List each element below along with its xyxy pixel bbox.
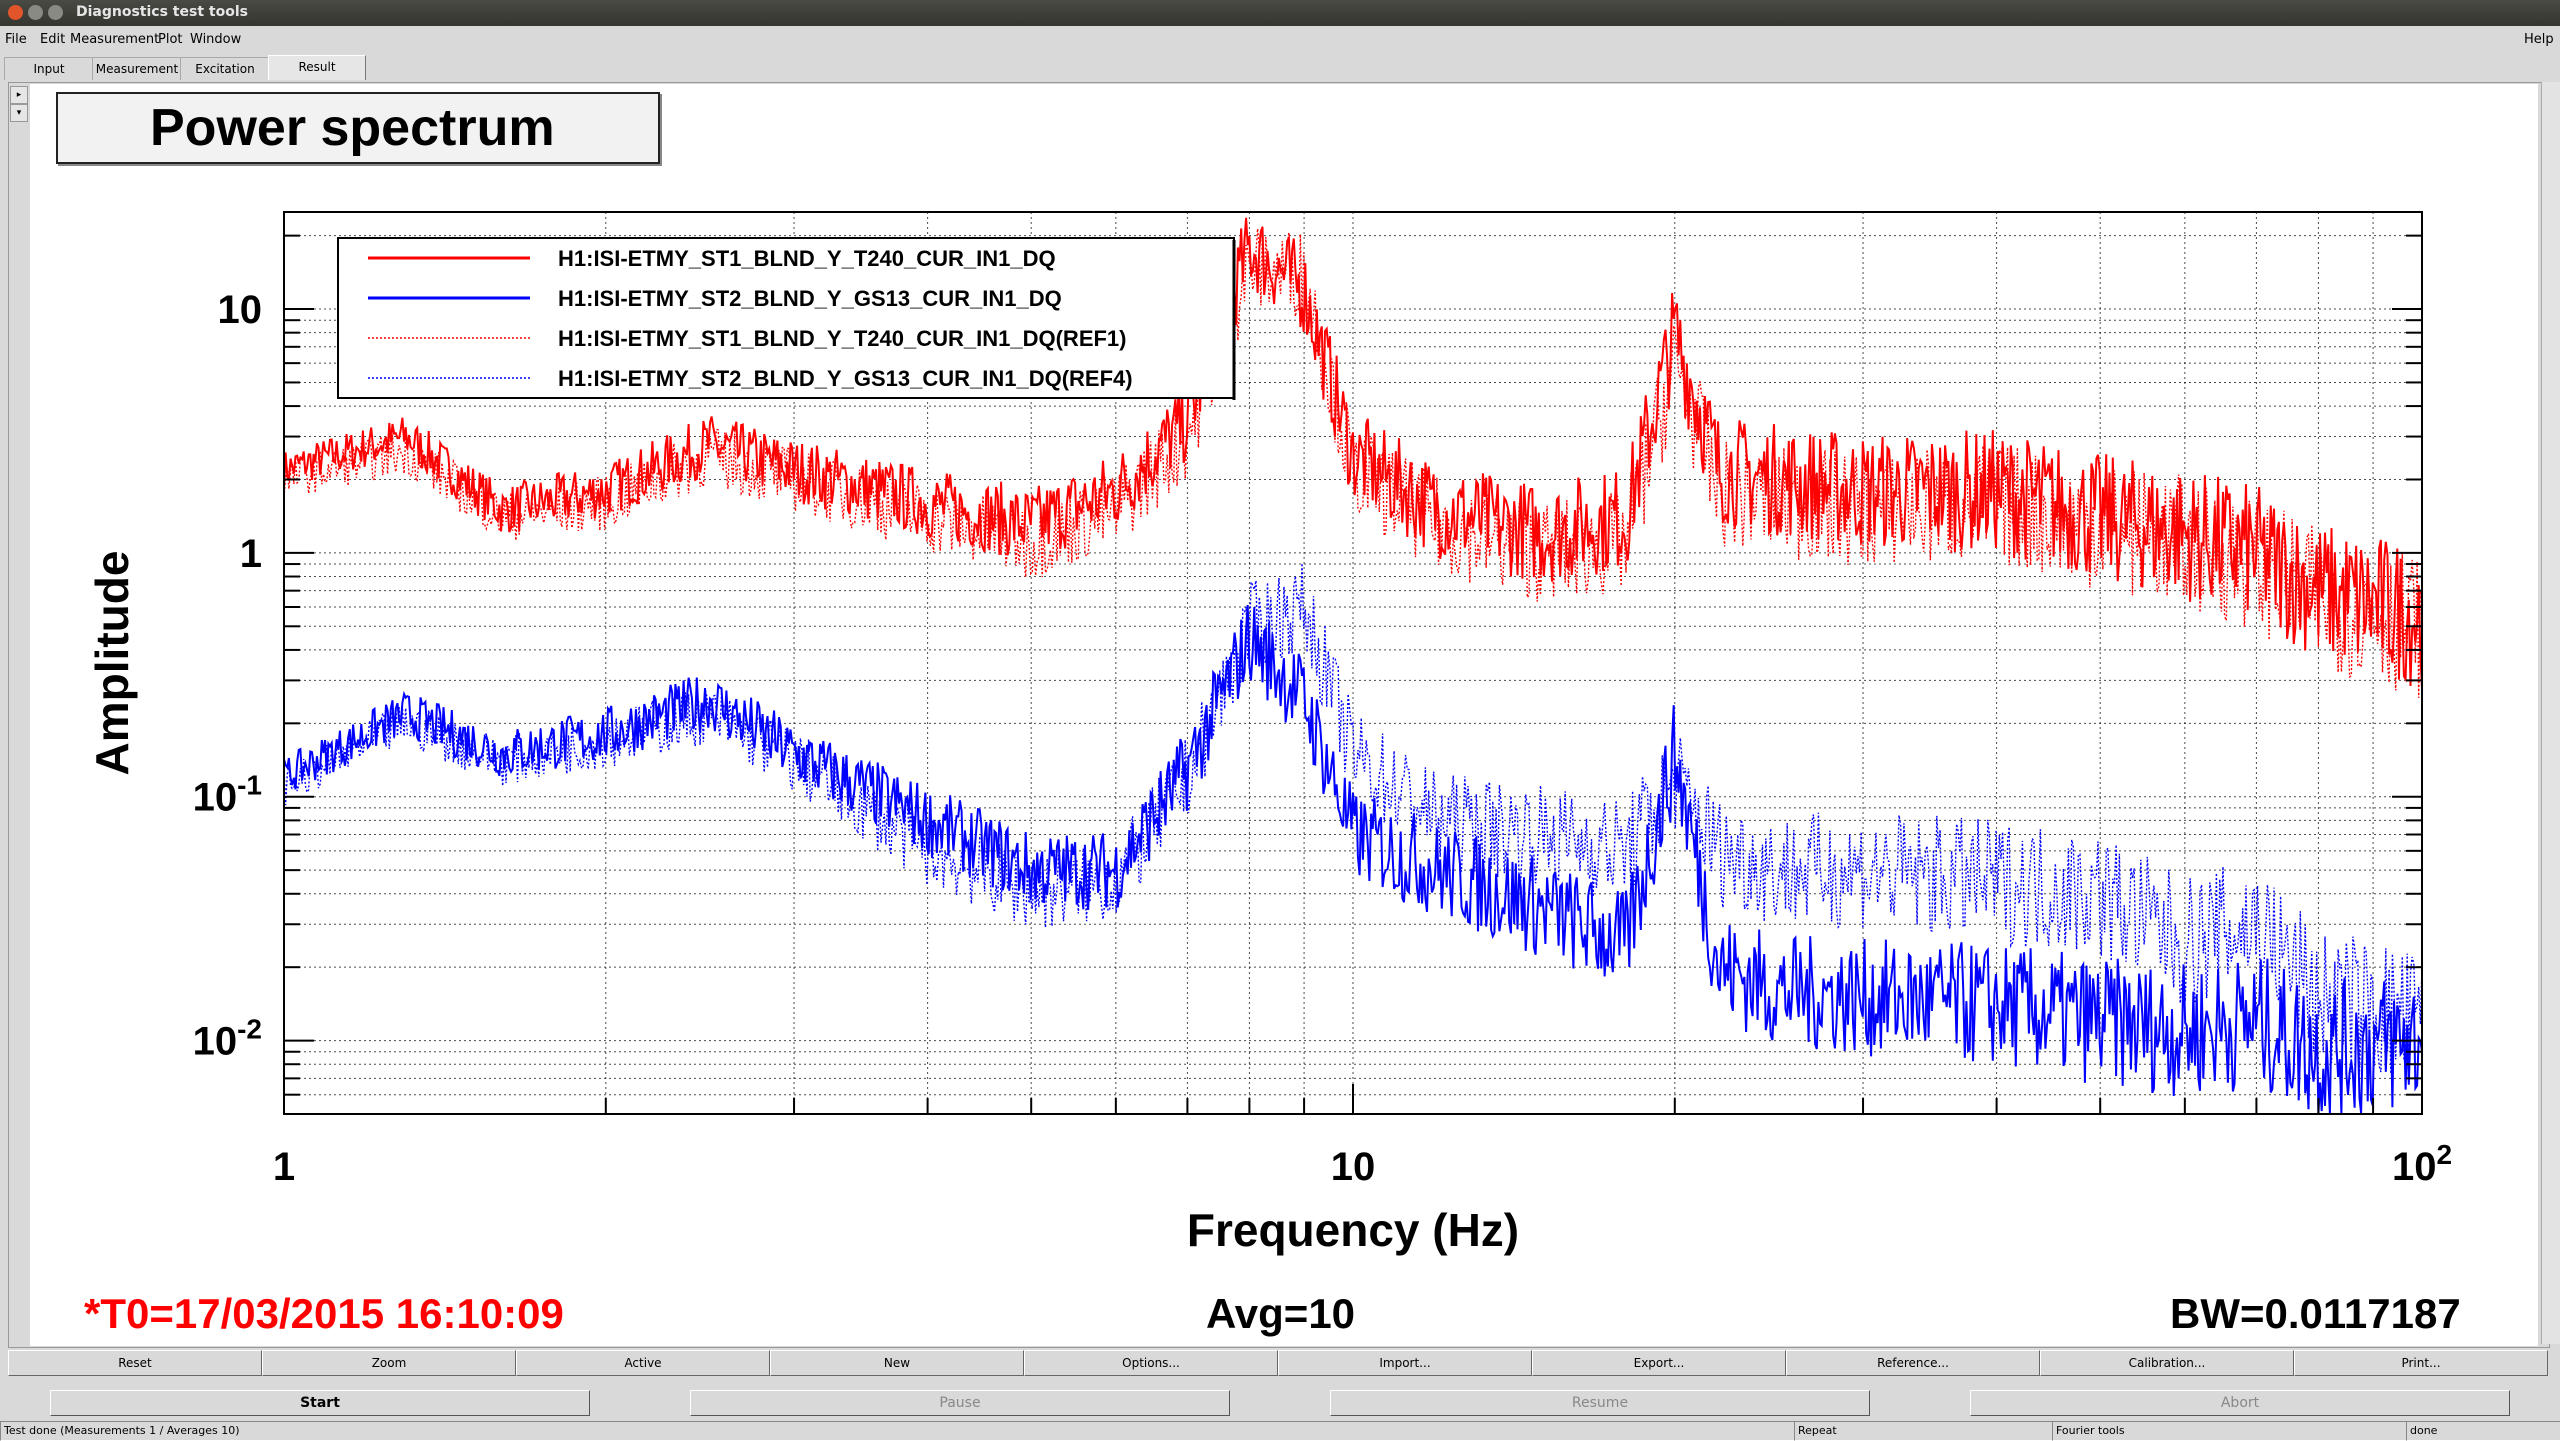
options-button[interactable]: Options... — [1024, 1350, 1278, 1376]
window-titlebar: Diagnostics test tools — [0, 0, 2560, 26]
menu-edit[interactable]: Edit — [40, 32, 65, 47]
status-tool: Fourier tools — [2052, 1421, 2407, 1441]
close-window-icon[interactable] — [8, 5, 23, 20]
active-button[interactable]: Active — [516, 1350, 770, 1376]
minimize-window-icon[interactable] — [28, 5, 43, 20]
calibration-button[interactable]: Calibration... — [2040, 1350, 2294, 1376]
tab-input[interactable]: Input — [4, 57, 94, 80]
maximize-window-icon[interactable] — [48, 5, 63, 20]
new-button[interactable]: New — [770, 1350, 1024, 1376]
status-message: Test done (Measurements 1 / Averages 10) — [0, 1421, 1795, 1441]
vertical-scrollbar[interactable] — [2541, 82, 2560, 1344]
bw-label: BW=0.0117187 — [2170, 1290, 2461, 1337]
reference-button[interactable]: Reference... — [1786, 1350, 2040, 1376]
t0-label: *T0=17/03/2015 16:10:09 — [84, 1290, 564, 1337]
start-button[interactable]: Start — [50, 1390, 590, 1416]
menu-window[interactable]: Window — [190, 32, 241, 47]
menu-help[interactable]: Help — [2524, 32, 2554, 47]
pause-button[interactable]: Pause — [690, 1390, 1230, 1416]
tab-bar: Input Measurement Excitation Result — [0, 55, 2560, 81]
reset-button[interactable]: Reset — [8, 1350, 262, 1376]
scroll-down-icon[interactable]: ▾ — [10, 104, 28, 122]
import-button[interactable]: Import... — [1278, 1350, 1532, 1376]
menubar: File Edit Measurement Plot Window Help — [0, 28, 2560, 52]
scroll-up-icon[interactable]: ▸ — [10, 86, 28, 104]
tab-result[interactable]: Result — [268, 55, 366, 80]
window-title: Diagnostics test tools — [76, 4, 248, 20]
print-button[interactable]: Print... — [2294, 1350, 2548, 1376]
resume-button[interactable]: Resume — [1330, 1390, 1870, 1416]
avg-label: Avg=10 — [1206, 1290, 1356, 1337]
menu-plot[interactable]: Plot — [158, 32, 183, 47]
status-state: done — [2406, 1421, 2560, 1441]
status-bar: Test done (Measurements 1 / Averages 10)… — [0, 1421, 2560, 1441]
tab-excitation[interactable]: Excitation — [180, 57, 270, 80]
menu-file[interactable]: File — [5, 32, 27, 47]
tab-measurement[interactable]: Measurement — [92, 57, 182, 80]
export-button[interactable]: Export... — [1532, 1350, 1786, 1376]
zoom-button[interactable]: Zoom — [262, 1350, 516, 1376]
abort-button[interactable]: Abort — [1970, 1390, 2510, 1416]
plot-canvas[interactable] — [30, 84, 2538, 1346]
plot-button-row: Reset Zoom Active New Options... Import.… — [8, 1350, 2548, 1376]
plot-title: Power spectrum — [56, 92, 660, 164]
menu-measurement[interactable]: Measurement — [70, 32, 159, 47]
status-repeat: Repeat — [1794, 1421, 2053, 1441]
